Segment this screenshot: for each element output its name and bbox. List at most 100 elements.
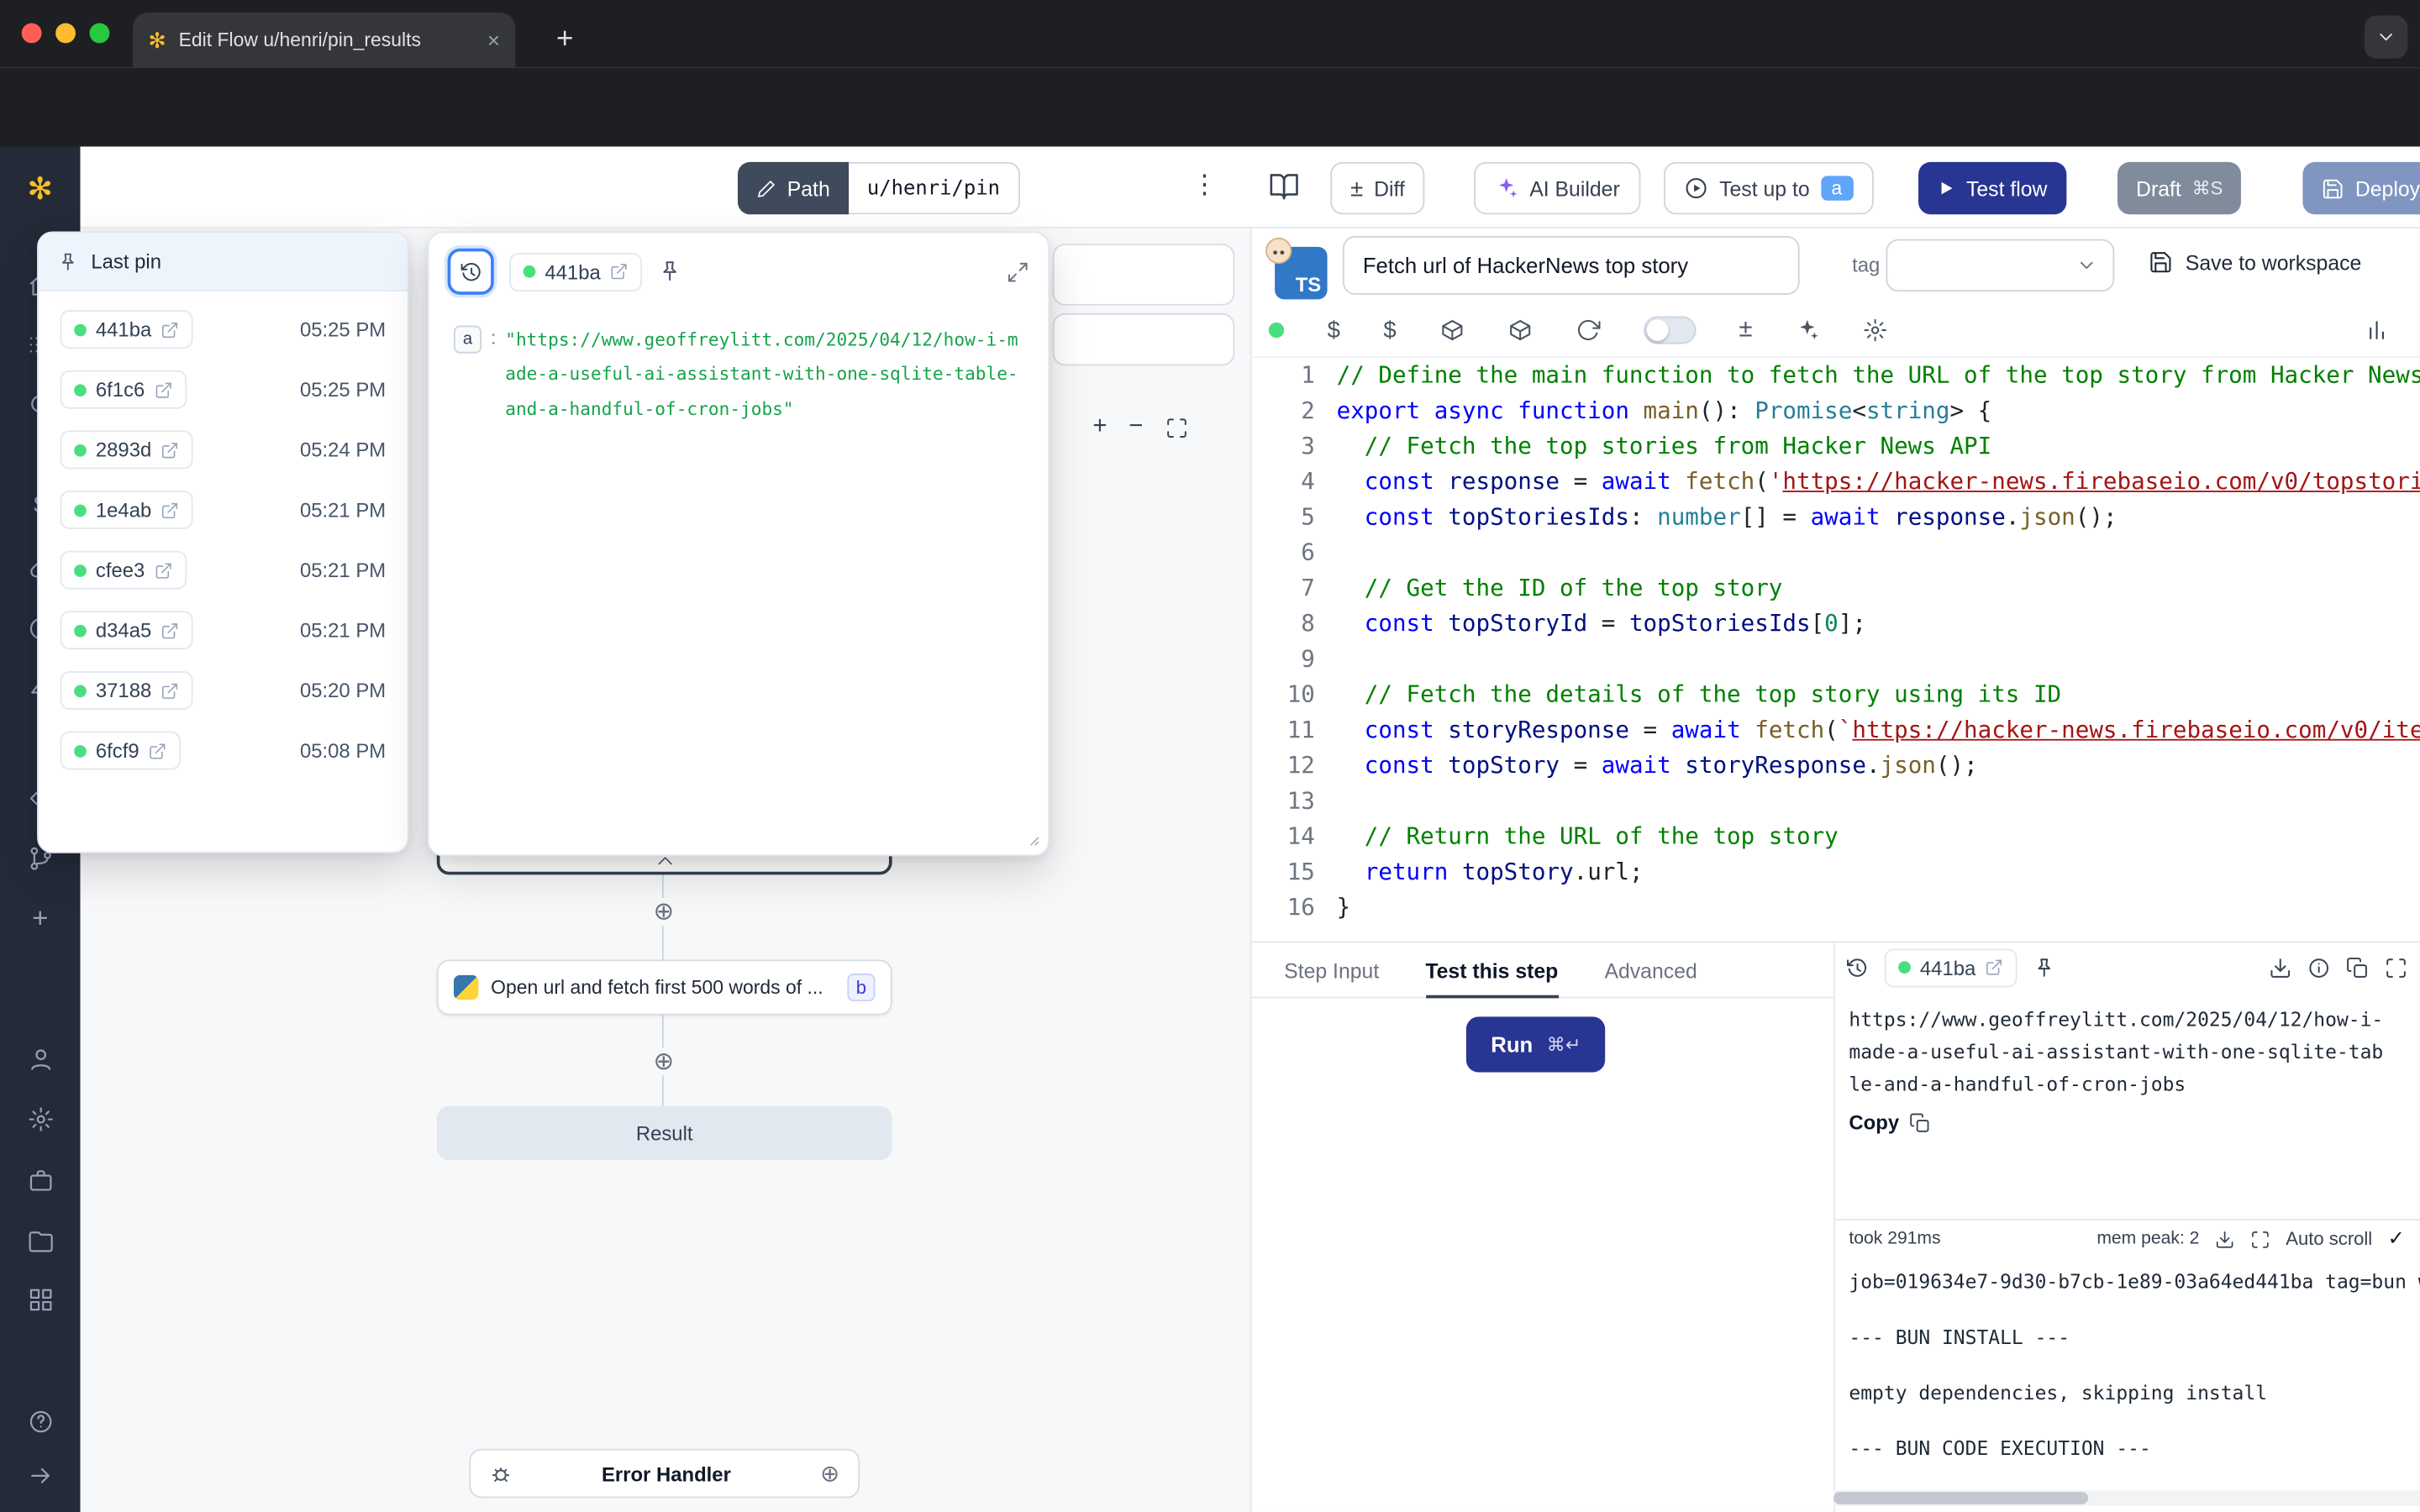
external-link-icon[interactable] [154, 381, 172, 399]
step-summary-input[interactable] [1343, 236, 1800, 295]
insert-resource-dollar-icon[interactable]: $ [1383, 317, 1396, 343]
last-pin-row[interactable]: 441ba05:25 PM [54, 299, 392, 360]
download-icon[interactable] [2269, 956, 2292, 979]
flow-node-partial[interactable] [1053, 313, 1235, 365]
download-icon[interactable] [2215, 1229, 2235, 1249]
test-flow-button[interactable]: Test flow [1918, 162, 2065, 214]
pin-id-chip[interactable]: 2893d [60, 430, 193, 469]
add-step-icon[interactable]: ⊕ [650, 1047, 677, 1075]
log-output[interactable]: job=019634e7-9d30-b7cb-1e89-03a64ed441ba… [1833, 1259, 2420, 1491]
new-tab-button[interactable]: + [544, 18, 587, 61]
external-link-icon[interactable] [1985, 958, 2003, 977]
sidebar-user-icon[interactable] [20, 1038, 60, 1079]
expand-icon[interactable] [1007, 260, 1030, 283]
result-key-badge[interactable]: a [454, 326, 481, 354]
external-link-icon[interactable] [160, 440, 179, 459]
last-pin-row[interactable]: d34a505:21 PM [54, 600, 392, 660]
flow-step-node-b[interactable]: Open url and fetch first 500 words of ..… [437, 959, 892, 1015]
add-step-icon[interactable]: ⊕ [650, 898, 677, 926]
last-pin-row[interactable]: 6fcf905:08 PM [54, 721, 392, 781]
history-button[interactable] [448, 249, 494, 295]
editor-settings-gear-icon[interactable] [1864, 318, 1888, 342]
fit-view-icon[interactable] [1165, 416, 1188, 439]
tab-search-button[interactable] [2365, 15, 2407, 58]
path-label-segment[interactable]: Path [738, 162, 849, 214]
ai-sparkles-icon[interactable] [1796, 318, 1820, 342]
auto-scroll-check-icon[interactable]: ✓ [2388, 1226, 2405, 1251]
pin-id-chip[interactable]: 37188 [60, 671, 193, 710]
tab-test-this-step[interactable]: Test this step [1425, 942, 1558, 998]
sidebar-help-icon[interactable] [20, 1401, 60, 1441]
path-control[interactable]: Path u/henri/pin [738, 162, 1020, 214]
external-link-icon[interactable] [149, 742, 167, 760]
external-link-icon[interactable] [160, 501, 179, 519]
typescript-lang-badge[interactable]: TS [1275, 247, 1327, 299]
zoom-out-icon[interactable]: − [1128, 413, 1143, 441]
bar-chart-icon[interactable] [2365, 318, 2389, 342]
window-zoom-button[interactable] [90, 24, 110, 44]
external-link-icon[interactable] [160, 681, 179, 700]
last-pin-row[interactable]: cfee305:21 PM [54, 540, 392, 601]
diff-plus-minus-icon[interactable]: ± [1739, 317, 1752, 344]
external-link-icon[interactable] [610, 262, 629, 281]
log-horizontal-scrollbar[interactable] [1833, 1490, 2420, 1505]
insert-variable-dollar-icon[interactable]: $ [1328, 317, 1340, 343]
auto-scroll-label[interactable]: Auto scroll [2286, 1228, 2372, 1250]
external-link-icon[interactable] [154, 561, 172, 580]
flow-menu-kebab-icon[interactable]: ⋮ [1192, 170, 1218, 201]
diff-mode-toggle[interactable] [1644, 317, 1696, 344]
code-editor[interactable]: 1// Define the main function to fetch th… [1250, 358, 2420, 941]
add-step-icon[interactable]: ⊕ [820, 1460, 839, 1488]
external-link-icon[interactable] [160, 621, 179, 639]
last-pin-row[interactable]: 3718805:20 PM [54, 660, 392, 721]
sidebar-workers-icon[interactable] [20, 1160, 60, 1200]
package-icon[interactable] [1507, 318, 1532, 342]
pin-id-chip[interactable]: 441ba [60, 310, 193, 349]
pin-preview-value[interactable]: "https://www.geoffreylitt.com/2025/04/12… [505, 323, 1023, 427]
pin-id-chip[interactable]: 441ba [509, 252, 642, 291]
last-pin-row[interactable]: 2893d05:24 PM [54, 420, 392, 480]
last-pin-row[interactable]: 6f1c605:25 PM [54, 360, 392, 420]
fullscreen-icon[interactable] [2250, 1229, 2270, 1249]
last-pin-row[interactable]: 1e4ab05:21 PM [54, 480, 392, 540]
sidebar-settings-icon[interactable] [20, 1099, 60, 1139]
resize-handle-icon[interactable] [1023, 830, 1040, 847]
tab-step-input[interactable]: Step Input [1284, 942, 1379, 998]
save-to-workspace-button[interactable]: Save to workspace [2149, 250, 2362, 275]
zoom-in-icon[interactable]: + [1092, 413, 1107, 441]
pin-id-chip[interactable]: d34a5 [60, 611, 193, 649]
pin-id-chip[interactable]: cfee3 [60, 551, 187, 590]
diff-button[interactable]: ± Diff [1330, 162, 1424, 214]
docs-book-icon[interactable] [1269, 171, 1300, 202]
sidebar-add-icon[interactable]: + [20, 898, 60, 938]
info-icon[interactable] [2307, 956, 2331, 979]
reset-refresh-icon[interactable] [1576, 318, 1600, 342]
scrollbar-thumb[interactable] [1833, 1492, 2088, 1504]
pin-id-chip[interactable]: 6f1c6 [60, 370, 187, 409]
tab-close-icon[interactable]: × [487, 28, 500, 52]
window-minimize-button[interactable] [55, 24, 76, 44]
flow-node-partial[interactable] [1053, 244, 1235, 305]
pin-id-chip[interactable]: 6fcf9 [60, 732, 182, 770]
pin-id-chip[interactable]: 1e4ab [60, 491, 193, 529]
external-link-icon[interactable] [160, 320, 179, 339]
fullscreen-icon[interactable] [2385, 956, 2408, 979]
copy-button[interactable]: Copy [1849, 1110, 1929, 1134]
browser-tab[interactable]: ✻ Edit Flow u/henri/pin_results × [133, 13, 516, 68]
sidebar-collapse-icon[interactable] [20, 1455, 60, 1495]
window-close-button[interactable] [22, 24, 42, 44]
draft-button[interactable]: Draft ⌘S [2118, 162, 2241, 214]
pin-id-chip[interactable]: 441ba [1885, 948, 2018, 987]
chevron-up-icon[interactable] [655, 855, 674, 868]
tag-select[interactable] [1886, 239, 2114, 291]
windmill-logo-icon[interactable]: ✻ [20, 168, 60, 208]
ai-builder-button[interactable]: AI Builder [1474, 162, 1640, 214]
history-icon[interactable] [1846, 956, 1870, 979]
sidebar-folders-icon[interactable] [20, 1221, 60, 1261]
clipboard-icon[interactable] [2346, 956, 2370, 979]
error-handler-node[interactable]: Error Handler ⊕ [469, 1449, 860, 1499]
result-value[interactable]: https://www.geoffreylitt.com/2025/04/12/… [1849, 1003, 2392, 1100]
pin-icon[interactable] [2033, 956, 2056, 979]
tab-advanced[interactable]: Advanced [1604, 942, 1697, 998]
result-node[interactable]: Result [437, 1106, 892, 1160]
